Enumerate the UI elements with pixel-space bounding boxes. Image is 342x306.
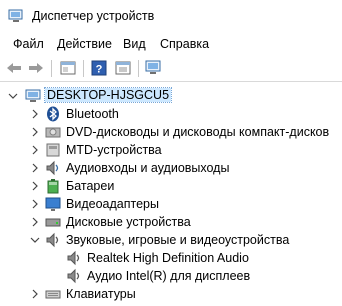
- dvd-drive-icon: [45, 127, 61, 138]
- tree-item-audio-io[interactable]: Аудиовходы и аудиовыходы: [0, 159, 342, 177]
- disk-drive-icon: [45, 218, 61, 227]
- svg-text:?: ?: [96, 64, 103, 76]
- toolbar: ?: [0, 55, 342, 82]
- chevron-down-icon[interactable]: [8, 91, 18, 101]
- menu-file[interactable]: Файл: [13, 37, 44, 51]
- tree-item-label: Звуковые, игровые и видеоустройства: [66, 233, 290, 247]
- mtd-device-icon: [46, 143, 60, 157]
- chevron-right-icon[interactable]: [30, 109, 40, 119]
- speaker-icon: [67, 268, 80, 284]
- title-bar: Диспетчер устройств: [0, 0, 342, 32]
- battery-icon: [47, 179, 59, 194]
- tree-item-label: DVD-дисководы и дисководы компакт-дисков: [66, 125, 330, 139]
- chevron-right-icon[interactable]: [30, 145, 40, 155]
- help-icon: ?: [91, 60, 107, 76]
- chevron-right-icon[interactable]: [30, 199, 40, 209]
- help-button[interactable]: ?: [89, 58, 109, 78]
- toolbar-separator: [138, 60, 139, 77]
- chevron-right-icon[interactable]: [30, 127, 40, 137]
- display-adapter-icon: [45, 197, 61, 211]
- tree-item-label: Видеоадаптеры: [66, 197, 159, 211]
- tree-item-sound-devices[interactable]: Звуковые, игровые и видеоустройства: [0, 231, 342, 249]
- properties-icon: [60, 61, 76, 75]
- tree-item-label: Клавиатуры: [66, 287, 136, 301]
- tree-item-label: Bluetooth: [66, 107, 119, 121]
- tree-item-batteries[interactable]: Батареи: [0, 177, 342, 195]
- chevron-right-icon[interactable]: [30, 217, 40, 227]
- tree-item-bluetooth[interactable]: Bluetooth: [0, 105, 342, 123]
- properties-button[interactable]: [58, 58, 78, 78]
- tree-item-realtek-audio[interactable]: Realtek High Definition Audio: [0, 249, 342, 267]
- menu-help[interactable]: Справка: [160, 37, 209, 51]
- back-button[interactable]: [4, 58, 24, 78]
- tree-item-display-adapters[interactable]: Видеоадаптеры: [0, 195, 342, 213]
- forward-button[interactable]: [26, 58, 46, 78]
- chevron-right-icon[interactable]: [30, 163, 40, 173]
- chevron-down-icon[interactable]: [30, 235, 40, 245]
- scan-hardware-button[interactable]: [144, 58, 164, 78]
- tree-item-label: Дисковые устройства: [66, 215, 191, 229]
- chevron-right-icon[interactable]: [30, 289, 40, 299]
- audio-io-icon: [46, 160, 59, 176]
- toolbar-separator: [83, 60, 84, 77]
- tree-item-keyboards[interactable]: Клавиатуры: [0, 285, 342, 303]
- tree-item-label: MTD-устройства: [66, 143, 162, 157]
- update-driver-icon: [115, 61, 131, 75]
- keyboard-icon: [45, 290, 61, 299]
- root-label: DESKTOP-HJSGCU5: [43, 87, 173, 103]
- device-tree: DESKTOP-HJSGCU5 Bluetooth DVD-дисководы …: [0, 85, 342, 306]
- speaker-icon: [67, 250, 80, 266]
- menu-action[interactable]: Действие: [57, 37, 112, 51]
- tree-item-disk-drives[interactable]: Дисковые устройства: [0, 213, 342, 231]
- tree-item-label: Realtek High Definition Audio: [87, 251, 249, 265]
- tree-item-label: Аудиовходы и аудиовыходы: [66, 161, 230, 175]
- forward-arrow-icon: [29, 63, 43, 73]
- computer-icon: [25, 89, 41, 102]
- tree-item-mtd-devices[interactable]: MTD-устройства: [0, 141, 342, 159]
- back-arrow-icon: [7, 63, 21, 73]
- toolbar-separator: [51, 60, 52, 77]
- window-title: Диспетчер устройств: [32, 9, 155, 23]
- bluetooth-icon: [47, 106, 59, 122]
- tree-item-label: Аудио Intel(R) для дисплеев: [87, 269, 251, 283]
- menu-bar: Файл Действие Вид Справка: [0, 34, 342, 54]
- device-manager-icon: [8, 9, 23, 22]
- chevron-right-icon[interactable]: [30, 181, 40, 191]
- update-driver-button[interactable]: [113, 58, 133, 78]
- tree-item-dvd-drives[interactable]: DVD-дисководы и дисководы компакт-дисков: [0, 123, 342, 141]
- menu-view[interactable]: Вид: [123, 37, 146, 51]
- sound-device-icon: [46, 232, 59, 248]
- tree-item-label: Батареи: [66, 179, 115, 193]
- tree-root[interactable]: DESKTOP-HJSGCU5: [0, 87, 342, 105]
- scan-hardware-icon: [145, 60, 161, 74]
- tree-item-intel-display-audio[interactable]: Аудио Intel(R) для дисплеев: [0, 267, 342, 285]
